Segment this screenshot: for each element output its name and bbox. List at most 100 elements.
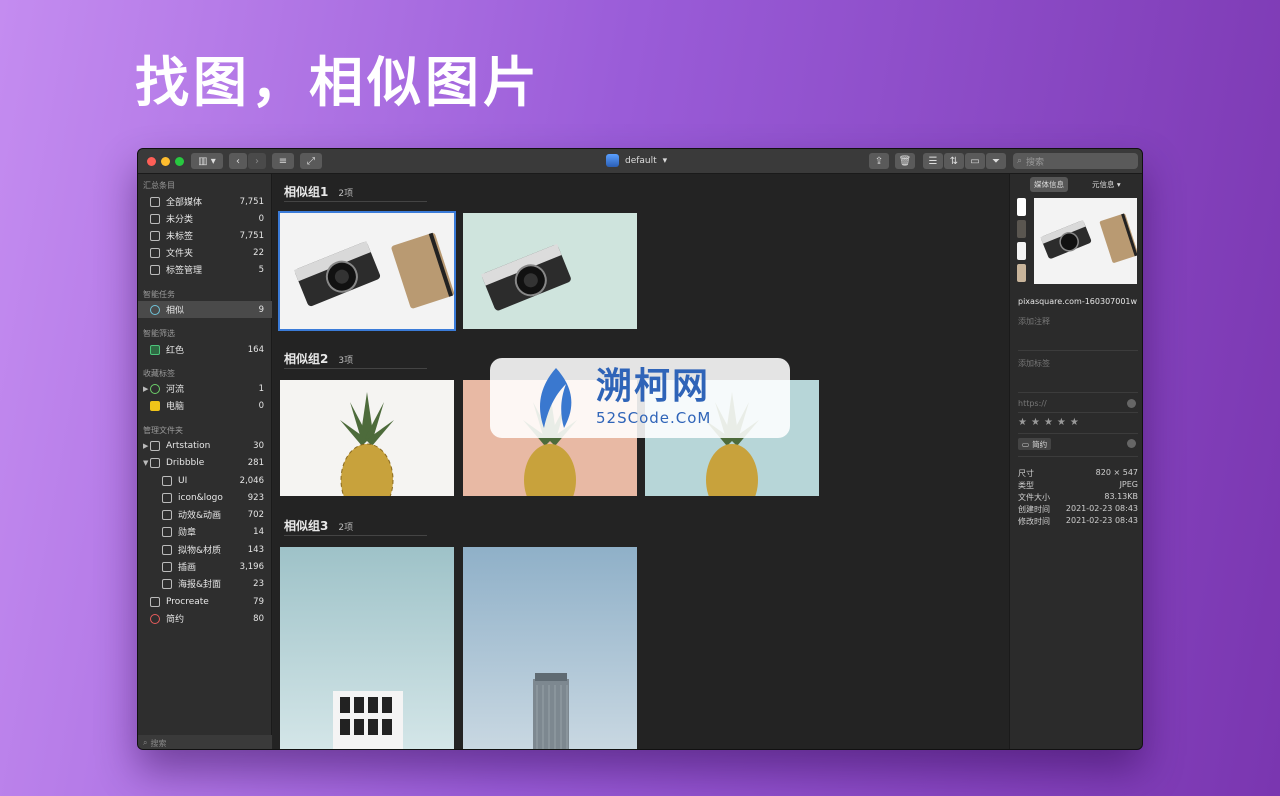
share-button[interactable]: ⇪: [869, 153, 889, 169]
sidebar-item-tag-manager[interactable]: 标签管理 5: [138, 261, 272, 278]
sort-button[interactable]: ⇅: [944, 153, 964, 169]
color-swatch[interactable]: [1017, 220, 1026, 238]
color-swatch[interactable]: [1017, 242, 1026, 260]
sidebar-item-uncategorized[interactable]: 未分类 0: [138, 210, 272, 227]
sidebar-item-procreate[interactable]: Procreate 79: [138, 593, 272, 610]
sidebar-item-illustration[interactable]: 插画 3,196: [138, 558, 272, 575]
disclosure-right-icon[interactable]: ▶: [143, 385, 148, 393]
minimize-window-button[interactable]: [161, 157, 170, 166]
filename[interactable]: pixasquare.com-160307001w: [1018, 297, 1137, 306]
sidebar-item-ui[interactable]: UI 2,046: [138, 472, 272, 489]
bookmark-icon: [150, 264, 160, 275]
sidebar-item-folders[interactable]: 文件夹 22: [138, 244, 272, 261]
add-folder-icon[interactable]: [1127, 439, 1136, 448]
folder-chip-label: 简约: [1032, 439, 1048, 449]
divider: [1018, 392, 1138, 393]
folder-icon: [162, 578, 172, 589]
forward-button[interactable]: ›: [248, 153, 266, 169]
search-icon: ⌕: [1017, 156, 1023, 166]
sidebar-toggle-button[interactable]: ▥ ▾: [191, 153, 223, 169]
sidebar-item-count: 164: [247, 344, 264, 355]
sidebar-item-label: UI: [178, 475, 188, 486]
sidebar-item-all-media[interactable]: 全部媒体 7,751: [138, 193, 272, 210]
similar-icon: [150, 304, 160, 315]
folder-icon: [150, 440, 160, 451]
color-swatch[interactable]: [1017, 198, 1026, 216]
preview-button[interactable]: ▭: [965, 153, 985, 169]
thumbnail-pineapple-white[interactable]: [280, 380, 454, 496]
sidebar-item-computer[interactable]: 电脑 0: [138, 397, 272, 414]
watermark-logo: [540, 368, 572, 428]
rating-stars[interactable]: ★★★★★: [1018, 417, 1083, 428]
close-window-button[interactable]: [147, 157, 156, 166]
note-input[interactable]: 添加注释: [1018, 316, 1050, 327]
sidebar-item-dribbble[interactable]: ▼ Dribbble 281: [138, 454, 272, 471]
thumbnail-camera-mint[interactable]: [463, 213, 637, 329]
thumbnail-building-tower[interactable]: [463, 547, 637, 749]
sidebar-item-red[interactable]: 红色 164: [138, 341, 272, 358]
sidebar-item-motion[interactable]: 动效&动画 702: [138, 506, 272, 523]
sidebar-item-label: 电脑: [166, 402, 185, 412]
color-swatch[interactable]: [1017, 264, 1026, 282]
section-smart-filters: 智能筛选: [143, 329, 175, 338]
search-input[interactable]: ⌕ 搜索: [1013, 153, 1138, 169]
sidebar-item-poster[interactable]: 海报&封面 23: [138, 575, 272, 592]
chevron-left-icon: ‹: [236, 155, 240, 167]
sidebar-item-count: 23: [253, 578, 264, 589]
sidebar-item-badge[interactable]: 勋章 14: [138, 523, 272, 540]
inspector-panel: 媒体信息 元信息 ▾ pixasquare.com-160307001w 添加注…: [1009, 174, 1142, 749]
star-icon[interactable]: ★: [1031, 417, 1044, 428]
tag-input[interactable]: 添加标签: [1018, 358, 1050, 369]
library-name: default: [625, 155, 657, 166]
sidebar-item-label: 插画: [178, 563, 197, 573]
sidebar-item-river[interactable]: ▶ 河流 1: [138, 380, 272, 397]
star-icon[interactable]: ★: [1057, 417, 1070, 428]
sidebar-item-similar[interactable]: 相似 9: [138, 301, 272, 318]
zoom-window-button[interactable]: [175, 157, 184, 166]
section-fav-tags: 收藏标签: [143, 369, 175, 378]
expand-button[interactable]: ⤢: [300, 153, 322, 169]
prop-size: 尺寸 820 × 547: [1018, 468, 1138, 479]
app-window: ▥ ▾ ‹ › ≡ ⤢ default ▾ ⇪ 🗑 ☰ ⇅ ▭ ⏷ ⌕ 搜索 汇…: [137, 148, 1143, 750]
list-view-button[interactable]: ☰: [923, 153, 943, 169]
sidebar-item-count: 0: [258, 400, 264, 411]
pineapple-photo: [280, 380, 454, 496]
bicycle-icon: [150, 383, 160, 394]
url-input[interactable]: https://: [1018, 399, 1047, 408]
sidebar-item-icon-logo[interactable]: icon&logo 923: [138, 489, 272, 506]
tab-media-info[interactable]: 媒体信息: [1030, 177, 1068, 192]
sidebar-search-input[interactable]: ⌕ 搜索: [138, 735, 272, 749]
sidebar-item-count: 14: [253, 526, 264, 537]
star-icon[interactable]: ★: [1018, 417, 1031, 428]
disclosure-down-icon[interactable]: ▼: [143, 459, 148, 467]
sidebar-item-label: 全部媒体: [166, 198, 203, 208]
filter-button[interactable]: ⏷: [986, 153, 1006, 169]
prop-value: 83.13KB: [1104, 492, 1138, 501]
url-open-icon[interactable]: [1127, 399, 1136, 408]
sidebar-item-skeuo[interactable]: 拟物&材质 143: [138, 541, 272, 558]
sidebar-item-label: 标签管理: [166, 266, 203, 276]
camera-photo: [280, 213, 454, 329]
sidebar-item-count: 5: [258, 264, 264, 275]
sidebar-item-artstation[interactable]: ▶ Artstation 30: [138, 437, 272, 454]
back-button[interactable]: ‹: [229, 153, 247, 169]
tab-metadata[interactable]: 元信息 ▾: [1088, 177, 1125, 192]
thumbnail-building-white[interactable]: [280, 547, 454, 749]
disclosure-right-icon[interactable]: ▶: [143, 442, 148, 450]
thumbnail-camera-white[interactable]: [278, 211, 456, 331]
prop-value: 820 × 547: [1095, 468, 1138, 477]
sidebar-item-untagged[interactable]: 未标签 7,751: [138, 227, 272, 244]
folder-icon: ▭: [1022, 439, 1030, 449]
delete-button[interactable]: 🗑: [895, 153, 915, 169]
sidebar-item-count: 143: [247, 544, 264, 555]
divider: [1018, 456, 1138, 457]
list-mode-button[interactable]: ≡: [272, 153, 294, 169]
sidebar-item-minimal[interactable]: 简约 80: [138, 610, 272, 627]
folder-icon: [162, 475, 172, 486]
library-selector[interactable]: default ▾: [606, 154, 667, 167]
star-icon[interactable]: ★: [1044, 417, 1057, 428]
folder-chip[interactable]: ▭ 简约: [1018, 438, 1052, 450]
sort-icon: ⇅: [949, 155, 959, 167]
sidebar-item-count: 22: [253, 247, 264, 258]
star-icon[interactable]: ★: [1070, 417, 1083, 428]
